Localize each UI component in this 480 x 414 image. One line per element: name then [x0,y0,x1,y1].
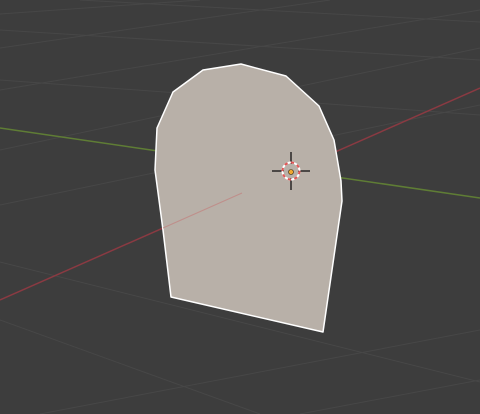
plane-mesh[interactable] [154,63,343,333]
origin-point-icon [288,169,294,175]
3d-viewport[interactable] [0,0,480,414]
viewport-scene[interactable] [0,0,480,414]
